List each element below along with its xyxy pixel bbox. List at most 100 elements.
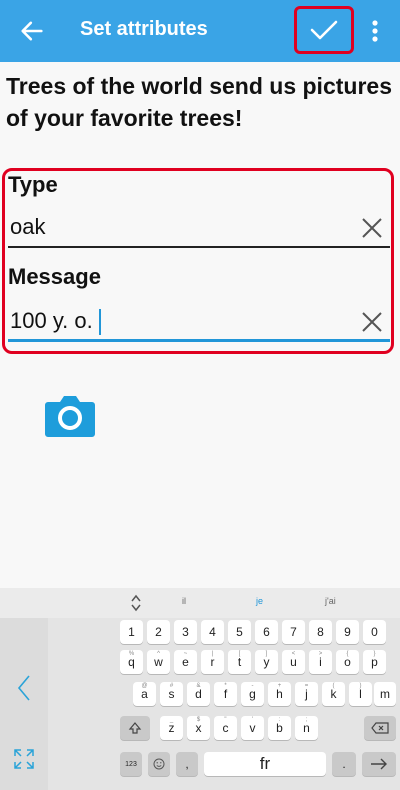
key-label: n: [303, 721, 310, 735]
key-label: z: [168, 721, 175, 735]
emoji-key[interactable]: [148, 752, 170, 776]
key-v[interactable]: ' v: [241, 716, 264, 740]
key-label: q: [128, 655, 135, 669]
key-label: 0: [371, 625, 378, 639]
key-k[interactable]: (k: [322, 682, 345, 706]
key-label: 6: [263, 625, 270, 639]
key-label: l: [359, 687, 362, 701]
emoji-icon: [153, 758, 165, 770]
message-field[interactable]: 100 y. o.: [8, 302, 390, 342]
key-p[interactable]: } p: [363, 650, 386, 674]
camera-icon[interactable]: [44, 392, 96, 438]
key-hint: }: [373, 651, 376, 657]
shift-key[interactable]: [120, 716, 150, 740]
key-n[interactable]: ; n: [295, 716, 318, 740]
clear-icon[interactable]: [360, 216, 384, 240]
key-d[interactable]: & d: [187, 682, 210, 706]
key-s[interactable]: # s: [160, 682, 183, 706]
key-label: j: [305, 687, 308, 701]
key-r[interactable]: | r: [201, 650, 224, 674]
key-hint: ": [224, 717, 227, 723]
key-3[interactable]: 3: [174, 620, 197, 644]
key-e[interactable]: ~ e: [174, 650, 197, 674]
message-underline: [8, 339, 390, 342]
key-l[interactable]: ) l: [349, 682, 372, 706]
key-hint: ~: [183, 651, 188, 657]
backspace-key[interactable]: [364, 716, 396, 740]
key-hint: +: [277, 683, 282, 689]
more-vertical-icon[interactable]: [366, 16, 384, 46]
shift-icon: [128, 722, 142, 734]
key-7[interactable]: 7: [282, 620, 305, 644]
type-field[interactable]: oak: [8, 208, 390, 248]
key-y[interactable]: ] y: [255, 650, 278, 674]
chevron-left-icon[interactable]: [16, 674, 32, 702]
key-label: f: [223, 687, 228, 701]
key-f[interactable]: * f: [214, 682, 237, 706]
key-label: c: [222, 721, 229, 735]
key-hint: {: [346, 651, 349, 657]
enter-key[interactable]: [362, 752, 396, 776]
key-6[interactable]: 6: [255, 620, 278, 644]
key-label: b: [276, 721, 283, 735]
punctuation-key[interactable]: ,: [176, 752, 198, 776]
key-2[interactable]: 2: [147, 620, 170, 644]
clear-icon[interactable]: [360, 310, 384, 334]
key-z[interactable]: _ z: [160, 716, 183, 740]
key-label: .: [342, 757, 346, 771]
period-key[interactable]: .: [332, 752, 356, 776]
key-label: 2: [155, 625, 162, 639]
key-hint: -: [251, 683, 254, 689]
key-w[interactable]: ^ w: [147, 650, 170, 674]
key-9[interactable]: 9: [336, 620, 359, 644]
key-label: s: [168, 687, 175, 701]
key-hint: >: [318, 651, 323, 657]
key-label: 123: [125, 760, 137, 768]
key-c[interactable]: " c: [214, 716, 237, 740]
key-label: 4: [209, 625, 216, 639]
key-x[interactable]: $ x: [187, 716, 210, 740]
expand-icon[interactable]: [13, 748, 35, 770]
key-b[interactable]: :b: [268, 716, 291, 740]
space-bar[interactable]: fr: [204, 752, 326, 776]
key-label: u: [290, 655, 297, 669]
key-o[interactable]: {o: [336, 650, 359, 674]
back-arrow-icon[interactable]: [18, 17, 46, 45]
key-hint: &: [196, 683, 201, 689]
suggestion-1[interactable]: il: [182, 596, 186, 606]
soft-keyboard: il je j'ai 1 2 3 4 5 6 7 8 9 0 % q ^ w ~ e …: [0, 588, 400, 790]
keyboard-side-panel: [0, 618, 48, 790]
key-label: k: [330, 687, 337, 701]
app-bar: Set attributes: [0, 0, 400, 62]
check-icon: [310, 20, 338, 40]
key-label: 5: [236, 625, 243, 639]
key-g[interactable]: -g: [241, 682, 264, 706]
form-heading: Trees of the world send us pictures of y…: [6, 73, 392, 131]
confirm-button[interactable]: [294, 6, 354, 54]
key-8[interactable]: 8: [309, 620, 332, 644]
key-u[interactable]: < u: [282, 650, 305, 674]
key-label: d: [195, 687, 202, 701]
key-hint: ]: [265, 651, 268, 657]
key-j[interactable]: = j: [295, 682, 318, 706]
key-5[interactable]: 5: [228, 620, 251, 644]
key-t[interactable]: [t: [228, 650, 251, 674]
key-hint: #: [169, 683, 174, 689]
key-h[interactable]: + h: [268, 682, 291, 706]
key-4[interactable]: 4: [201, 620, 224, 644]
key-label: 1: [128, 625, 135, 639]
key-q[interactable]: % q: [120, 650, 143, 674]
key-1[interactable]: 1: [120, 620, 143, 644]
key-m[interactable]: m: [374, 682, 396, 706]
key-label: v: [249, 721, 256, 735]
key-hint: <: [291, 651, 296, 657]
symbols-key[interactable]: 123: [120, 752, 142, 776]
key-a[interactable]: @ a: [133, 682, 156, 706]
key-hint: _: [169, 717, 174, 723]
suggestion-2[interactable]: je: [256, 596, 263, 606]
key-0[interactable]: 0: [363, 620, 386, 644]
cursor-move-icon[interactable]: [130, 594, 142, 612]
key-i[interactable]: > i: [309, 650, 332, 674]
suggestion-3[interactable]: j'ai: [325, 596, 336, 606]
key-label: e: [182, 655, 189, 669]
